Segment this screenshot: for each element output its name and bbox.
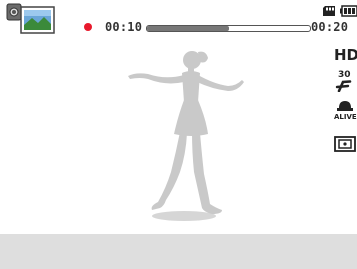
movie-mode-icon <box>6 3 55 34</box>
recording-progress-fill <box>147 26 229 31</box>
metering-icon <box>334 136 356 152</box>
frame-rate-label: 30 <box>338 70 351 80</box>
battery-icon <box>340 5 357 17</box>
total-time: 00:20 <box>311 20 349 34</box>
smart-alive-icon: ALIVE <box>334 101 357 120</box>
recording-indicator <box>84 23 92 31</box>
fps-icon <box>335 80 352 92</box>
resolution-label: HD <box>334 46 357 64</box>
camera-screen: 00:10 00:20 HD 30 ALIVE <box>0 0 357 269</box>
memory-card-icon <box>323 6 335 16</box>
elapsed-time: 00:10 <box>105 20 143 34</box>
bottom-bar <box>0 234 357 269</box>
svg-text:ALIVE: ALIVE <box>334 113 357 120</box>
person-silhouette <box>128 51 244 221</box>
recording-progress-bar <box>146 25 311 32</box>
